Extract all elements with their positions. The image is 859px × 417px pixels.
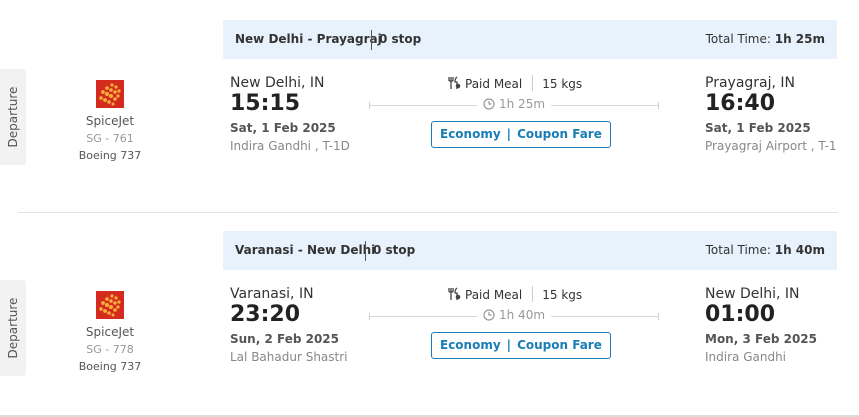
arrival-airport: Indira Gandhi: [705, 350, 787, 364]
leg-header: New Delhi - Prayagraj 0 stop Total Time:…: [223, 20, 837, 59]
leg-header: Varanasi - New Delhi 0 stop Total Time: …: [223, 231, 837, 270]
meal-label: Paid Meal: [465, 288, 523, 302]
stops-label: 0 stop: [373, 243, 416, 257]
arrival-info: New Delhi, IN 01:00 Mon, 3 Feb 2025 Indi…: [705, 286, 817, 364]
fare-type-button[interactable]: Economy | Coupon Fare: [431, 332, 611, 359]
total-time-label: Total Time:: [705, 243, 771, 257]
departure-city: New Delhi, IN: [230, 75, 325, 91]
arrival-city: Prayagraj, IN: [705, 75, 796, 91]
total-time-label: Total Time:: [705, 32, 771, 46]
arrival-time: 16:40: [705, 91, 776, 116]
departure-tab[interactable]: Departure: [0, 280, 26, 376]
departure-info: New Delhi, IN 15:15 Sat, 1 Feb 2025 Indi…: [230, 75, 350, 153]
departure-airport: Indira Gandhi , T-1D: [230, 139, 350, 153]
duration-value: 1h 25m: [499, 97, 546, 111]
stops-label: 0 stop: [379, 32, 422, 46]
airline-name: SpiceJet: [85, 114, 135, 128]
cabin-class: Economy: [440, 127, 501, 141]
arrival-time: 01:00: [705, 302, 776, 327]
fare-type: Coupon Fare: [517, 127, 602, 141]
header-divider: [371, 30, 372, 50]
duration-value: 1h 40m: [499, 308, 546, 322]
amenities: Paid Meal 15 kgs: [447, 75, 582, 93]
flight-number: SG - 778: [86, 343, 134, 356]
meal-icon: [447, 287, 461, 304]
aircraft-type: Boeing 737: [78, 149, 142, 162]
header-divider: [365, 241, 366, 261]
duration: 1h 25m: [477, 97, 552, 113]
spicejet-logo-icon: [96, 291, 124, 319]
meal-label: Paid Meal: [465, 77, 523, 91]
amenities: Paid Meal 15 kgs: [447, 286, 582, 304]
departure-date: Sun, 2 Feb 2025: [230, 332, 340, 346]
duration: 1h 40m: [477, 308, 552, 324]
baggage-label: 15 kgs: [542, 288, 583, 302]
total-time: Total Time: 1h 25m: [706, 32, 825, 46]
departure-airport: Lal Bahadur Shastri: [230, 350, 348, 364]
meal-icon: [447, 76, 461, 93]
aircraft-type: Boeing 737: [78, 360, 142, 373]
departure-date: Sat, 1 Feb 2025: [230, 121, 336, 135]
departure-tab-label: Departure: [6, 86, 20, 148]
airline-info: SpiceJet SG - 761 Boeing 737: [70, 80, 150, 162]
arrival-airport: Prayagraj Airport , T-1: [705, 139, 837, 153]
fare-type-button[interactable]: Economy | Coupon Fare: [431, 121, 611, 148]
total-time: Total Time: 1h 40m: [706, 243, 825, 257]
leg-separator: [18, 212, 838, 213]
arrival-info: Prayagraj, IN 16:40 Sat, 1 Feb 2025 Pray…: [705, 75, 837, 153]
arrival-date: Mon, 3 Feb 2025: [705, 332, 818, 346]
amenity-divider: [532, 286, 534, 302]
arrival-date: Sat, 1 Feb 2025: [705, 121, 811, 135]
baggage-label: 15 kgs: [542, 77, 583, 91]
fare-type: Coupon Fare: [517, 338, 602, 352]
spicejet-logo-icon: [96, 80, 124, 108]
departure-tab[interactable]: Departure: [0, 69, 26, 165]
departure-time: 23:20: [230, 302, 301, 327]
flight-leg-1: Departure SpiceJet SG - 761 Boeing 737 N…: [0, 20, 859, 195]
route-label: New Delhi - Prayagraj: [235, 32, 382, 46]
arrival-city: New Delhi, IN: [705, 286, 800, 302]
departure-tab-label: Departure: [6, 297, 20, 359]
airline-info: SpiceJet SG - 778 Boeing 737: [70, 291, 150, 373]
total-time-value: 1h 25m: [774, 32, 825, 46]
departure-time: 15:15: [230, 91, 301, 116]
airline-name: SpiceJet: [85, 325, 135, 339]
amenity-divider: [532, 75, 534, 91]
flight-number: SG - 761: [86, 132, 134, 145]
clock-icon: [483, 309, 495, 324]
flight-leg-2: Departure SpiceJet SG - 778 Boeing 737 V…: [0, 231, 859, 406]
cabin-class: Economy: [440, 338, 501, 352]
route-label: Varanasi - New Delhi: [235, 243, 376, 257]
departure-info: Varanasi, IN 23:20 Sun, 2 Feb 2025 Lal B…: [230, 286, 348, 364]
clock-icon: [483, 98, 495, 113]
total-time-value: 1h 40m: [774, 243, 825, 257]
departure-city: Varanasi, IN: [230, 286, 314, 302]
